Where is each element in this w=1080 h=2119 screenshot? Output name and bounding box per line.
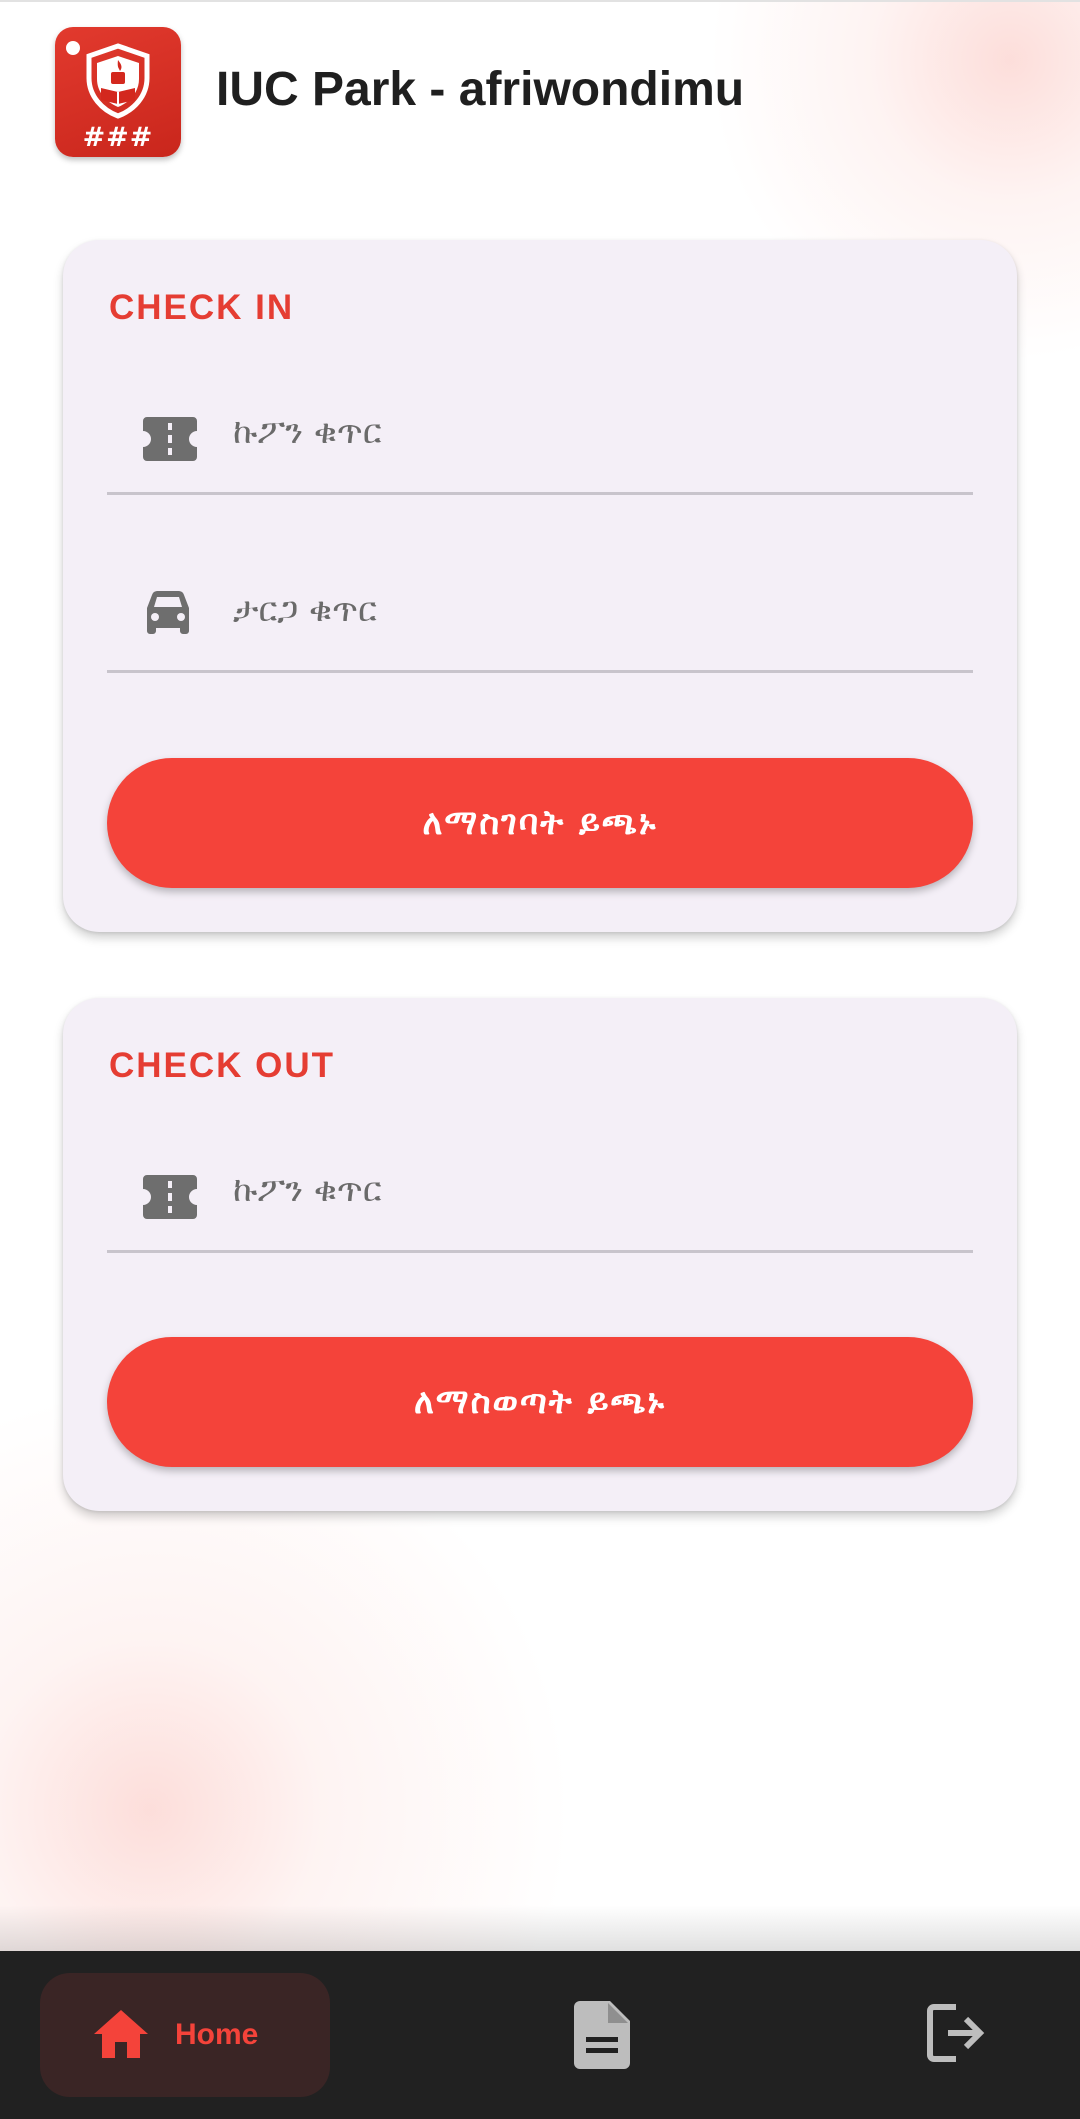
document-icon[interactable] xyxy=(574,2001,630,2069)
home-icon xyxy=(94,2010,148,2058)
logo-hashes: ### xyxy=(82,122,154,153)
logout-icon[interactable] xyxy=(926,2003,986,2063)
bottom-nav-shadow xyxy=(0,1905,1080,1951)
coupon-number-input[interactable] xyxy=(233,1155,933,1225)
check-out-coupon-field[interactable] xyxy=(107,1123,973,1253)
ticket-icon xyxy=(143,417,197,461)
car-icon xyxy=(147,591,189,634)
ticket-icon xyxy=(143,1175,197,1219)
check-out-button[interactable]: ለማስወጣት ይጫኑ xyxy=(107,1337,973,1467)
check-out-card: CHECK OUT ለማስወጣት ይጫኑ xyxy=(63,998,1017,1511)
check-out-title: CHECK OUT xyxy=(109,1046,336,1085)
check-in-title: CHECK IN xyxy=(109,288,295,327)
bottom-navigation: Home xyxy=(0,1951,1080,2119)
check-in-plate-field[interactable] xyxy=(107,543,973,673)
app-header: ### IUC Park - afriwondimu xyxy=(0,0,1080,190)
check-in-button[interactable]: ለማስገባት ይጫኑ xyxy=(107,758,973,888)
nav-home-tab[interactable]: Home xyxy=(40,1973,330,2097)
shield-icon xyxy=(86,43,150,119)
check-in-coupon-field[interactable] xyxy=(107,365,973,495)
check-in-card: CHECK IN ለማስገባት ይጫኑ xyxy=(63,240,1017,932)
plate-number-input[interactable] xyxy=(233,575,933,645)
app-title: IUC Park - afriwondimu xyxy=(216,63,745,116)
nav-home-label: Home xyxy=(175,2018,259,2051)
app-logo: ### xyxy=(55,27,181,157)
coupon-number-input[interactable] xyxy=(233,397,933,467)
logo-dot xyxy=(66,41,80,55)
